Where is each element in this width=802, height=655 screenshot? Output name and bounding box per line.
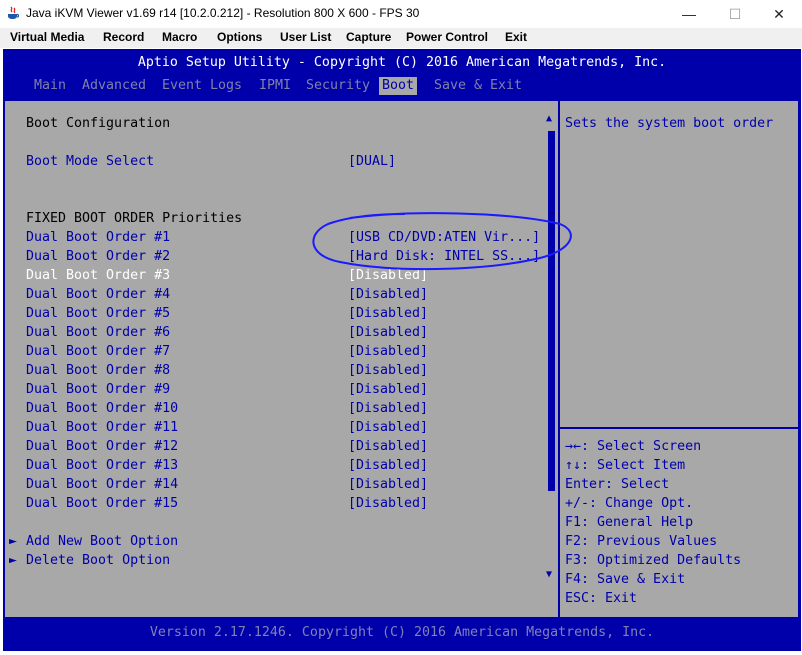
menu-virtual-media[interactable]: Virtual Media	[10, 30, 84, 44]
boot-order-value[interactable]: [Disabled]	[348, 419, 428, 436]
boot-order-value[interactable]: [Disabled]	[348, 362, 428, 379]
key-hint: ↑↓: Select Item	[565, 458, 686, 473]
help-panel: Sets the system boot order →←: Select Sc…	[560, 101, 798, 617]
key-hint: F4: Save & Exit	[565, 572, 686, 587]
section-title: Boot Configuration	[26, 116, 171, 131]
priorities-title: FIXED BOOT ORDER Priorities	[26, 211, 243, 226]
boot-order-label: Dual Boot Order #11	[26, 420, 179, 435]
boot-order-label: Dual Boot Order #7	[26, 344, 171, 359]
key-hint: F2: Previous Values	[565, 534, 718, 549]
help-divider	[560, 427, 798, 429]
tab-advanced[interactable]: Advanced	[82, 77, 146, 95]
boot-order-label: Dual Boot Order #10	[26, 401, 179, 416]
bios-header: Aptio Setup Utility - Copyright (C) 2016…	[137, 55, 667, 70]
add-boot-option[interactable]: Add New Boot Option	[26, 533, 178, 550]
boot-order-value[interactable]: [Disabled]	[348, 324, 428, 341]
tab-security[interactable]: Security	[306, 77, 370, 95]
boot-mode-label: Boot Mode Select	[26, 154, 155, 169]
boot-order-label: Dual Boot Order #9	[26, 382, 171, 397]
scrollbar-thumb[interactable]	[548, 131, 555, 491]
tab-event-logs[interactable]: Event Logs	[162, 77, 242, 95]
menu-capture[interactable]: Capture	[346, 30, 391, 44]
window-title: Java iKVM Viewer v1.69 r14 [10.2.0.212] …	[26, 6, 420, 20]
boot-order-label: Dual Boot Order #14	[26, 477, 179, 492]
boot-order-label: Dual Boot Order #2	[26, 249, 171, 264]
key-hint: F3: Optimized Defaults	[565, 553, 742, 568]
boot-order-label: Dual Boot Order #15	[26, 496, 179, 511]
minimize-button[interactable]: —	[666, 0, 712, 28]
boot-order-label: Dual Boot Order #1	[26, 230, 171, 245]
boot-order-value[interactable]: [Disabled]	[348, 381, 428, 398]
scroll-up-arrow-icon[interactable]: ▲	[546, 113, 552, 124]
menu-user-list[interactable]: User List	[280, 30, 331, 44]
boot-order-label: Dual Boot Order #3	[26, 268, 171, 283]
boot-order-value[interactable]: [Disabled]	[348, 457, 428, 474]
window-titlebar: Java iKVM Viewer v1.69 r14 [10.2.0.212] …	[0, 0, 802, 29]
boot-order-value[interactable]: [USB CD/DVD:ATEN Vir...]	[348, 229, 540, 246]
help-text: Sets the system boot order	[565, 116, 774, 131]
delete-boot-option[interactable]: Delete Boot Option	[26, 552, 170, 569]
boot-order-label: Dual Boot Order #12	[26, 439, 179, 454]
settings-panel: Boot Configuration Boot Mode Select [DUA…	[5, 101, 558, 617]
scroll-down-arrow-icon[interactable]: ▼	[546, 569, 552, 580]
boot-order-value[interactable]: [Disabled]	[348, 400, 428, 417]
tab-main[interactable]: Main	[34, 77, 66, 95]
boot-order-value[interactable]: [Disabled]	[348, 267, 428, 284]
boot-order-label: Dual Boot Order #13	[26, 458, 179, 473]
boot-order-label: Dual Boot Order #5	[26, 306, 171, 321]
boot-order-value[interactable]: [Disabled]	[348, 286, 428, 303]
boot-order-label: Dual Boot Order #8	[26, 363, 171, 378]
boot-order-value[interactable]: [Disabled]	[348, 476, 428, 493]
boot-order-label: Dual Boot Order #6	[26, 325, 171, 340]
menu-record[interactable]: Record	[103, 30, 144, 44]
boot-order-value[interactable]: [Hard Disk: INTEL SS...]	[348, 248, 540, 265]
key-hint: +/-: Change Opt.	[565, 496, 694, 511]
boot-order-value[interactable]: [Disabled]	[348, 495, 428, 512]
submenu-arrow-icon: ►	[9, 534, 18, 549]
maximize-button[interactable]: ☐	[712, 0, 758, 28]
java-app-icon	[8, 6, 20, 19]
key-hint: ESC: Exit	[565, 591, 638, 606]
menu-options[interactable]: Options	[217, 30, 262, 44]
tab-boot[interactable]: Boot	[379, 77, 418, 95]
bios-screen[interactable]: Aptio Setup Utility - Copyright (C) 2016…	[3, 49, 801, 651]
boot-order-label: Dual Boot Order #4	[26, 287, 171, 302]
menu-macro[interactable]: Macro	[162, 30, 197, 44]
tab-save-exit[interactable]: Save & Exit	[434, 77, 522, 95]
boot-order-value[interactable]: [Disabled]	[348, 343, 428, 360]
boot-order-value[interactable]: [Disabled]	[348, 305, 428, 322]
close-button[interactable]: ✕	[756, 0, 802, 28]
bios-footer: Version 2.17.1246. Copyright (C) 2016 Am…	[149, 625, 655, 640]
boot-mode-value[interactable]: [DUAL]	[348, 153, 396, 170]
key-hint: Enter: Select	[565, 477, 670, 492]
key-hint: →←: Select Screen	[565, 439, 702, 454]
tab-ipmi[interactable]: IPMI	[259, 77, 291, 95]
menu-exit[interactable]: Exit	[505, 30, 527, 44]
menu-bar: Virtual Media Record Macro Options User …	[0, 28, 802, 48]
menu-power-control[interactable]: Power Control	[406, 30, 488, 44]
boot-order-value[interactable]: [Disabled]	[348, 438, 428, 455]
key-hint: F1: General Help	[565, 515, 694, 530]
submenu-arrow-icon: ►	[9, 553, 18, 568]
